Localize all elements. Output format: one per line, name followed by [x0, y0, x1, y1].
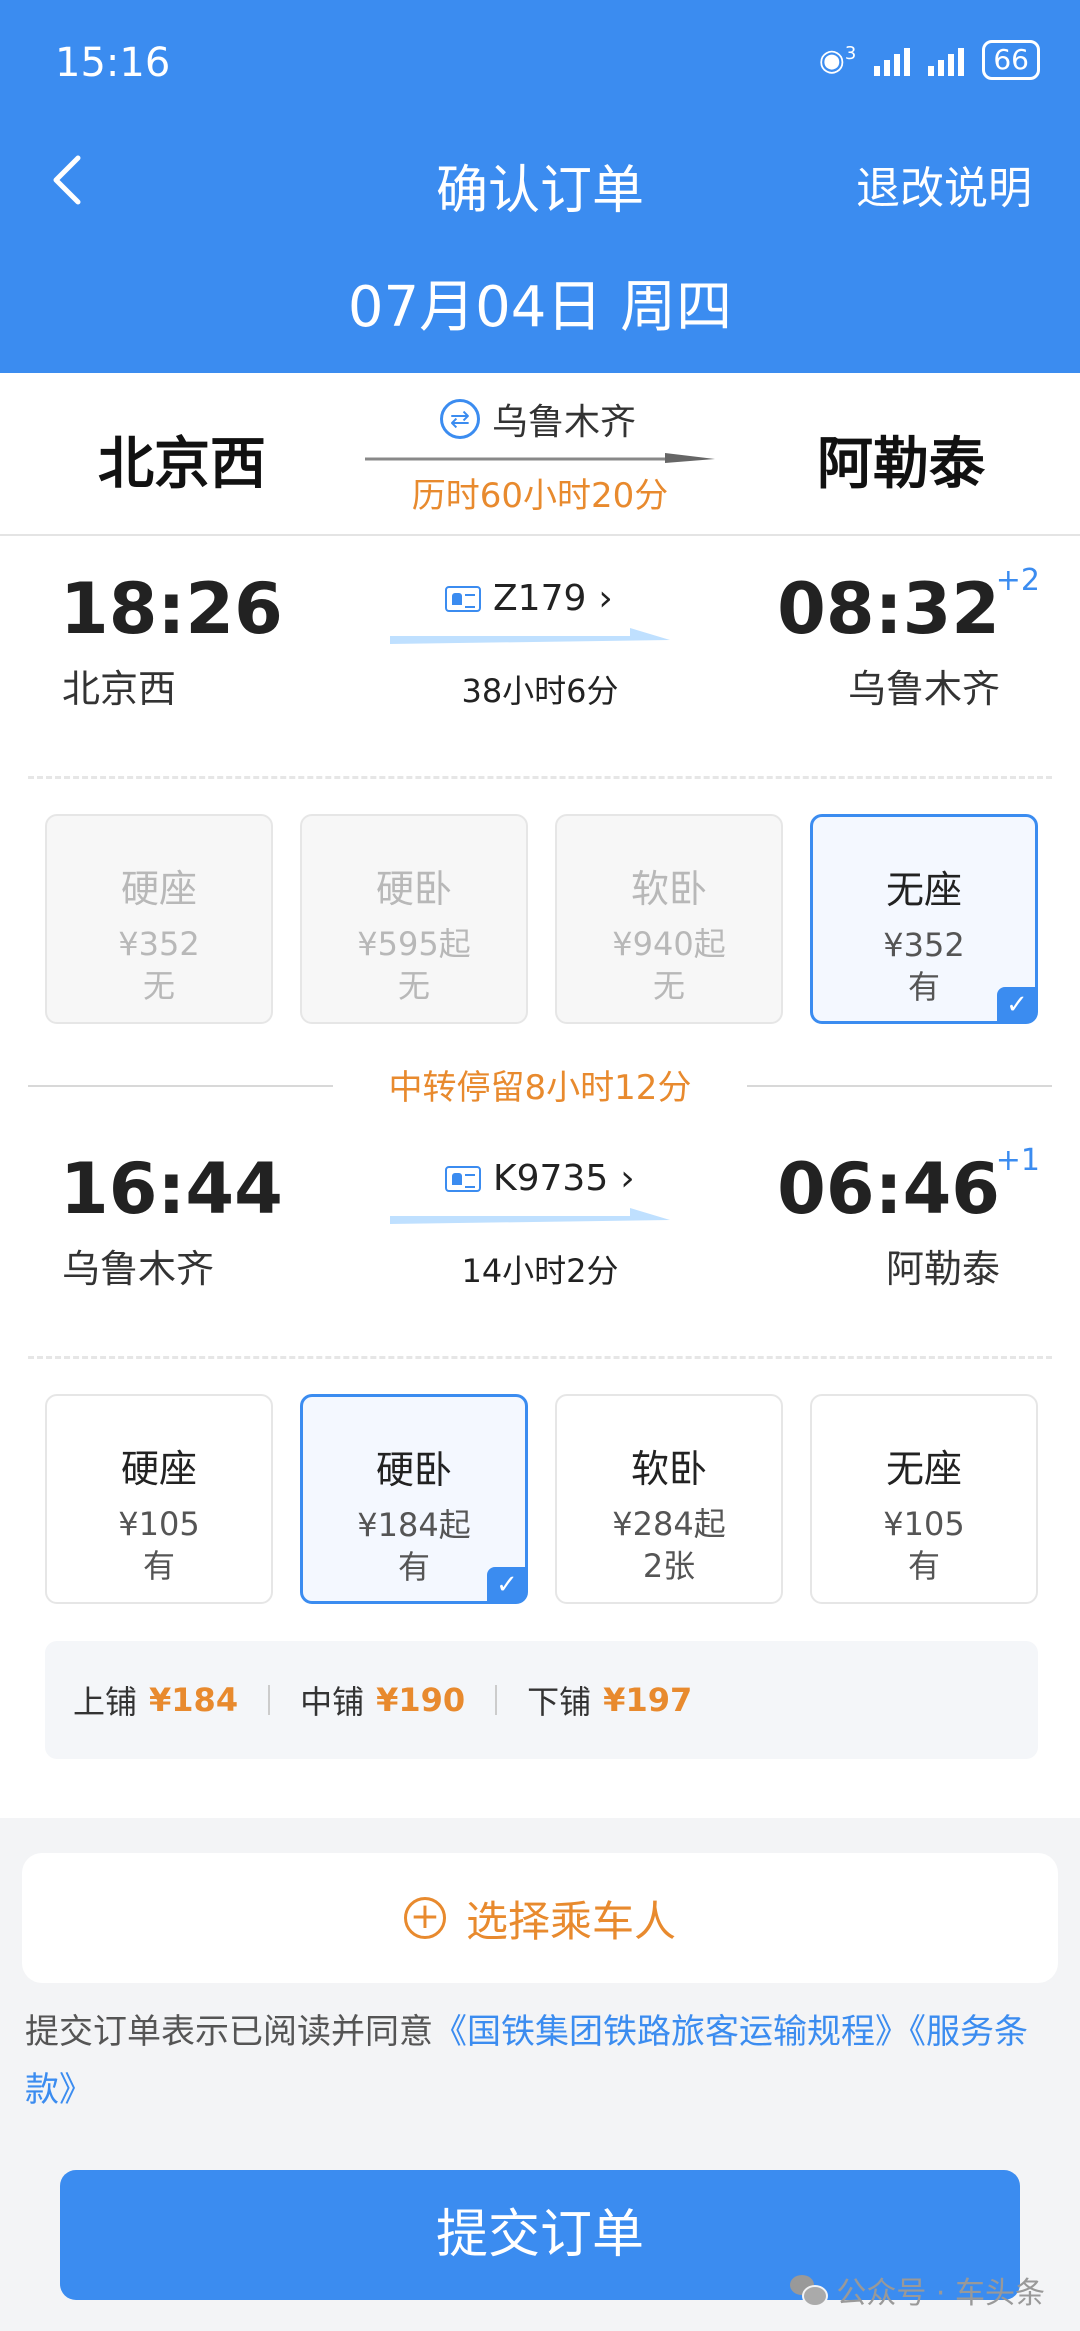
seat-option-soft-sleeper[interactable]: 软卧 ¥284起 2张	[555, 1394, 783, 1604]
refund-policy-link[interactable]: 退改说明	[856, 152, 1032, 216]
seat-option-hard-sleeper[interactable]: 硬卧 ¥184起 有 ✓	[300, 1394, 528, 1604]
seat-option-hard-seat[interactable]: 硬座 ¥352 无	[45, 814, 273, 1024]
hotspot-icon: ◉3	[818, 42, 857, 78]
transfer-divider: 中转停留8小时12分	[28, 1060, 1052, 1110]
train-number[interactable]: K9735 ›	[445, 1158, 635, 1199]
divider	[28, 1356, 1052, 1359]
berth-prices: 上铺 ¥184 中铺 ¥190 下铺 ¥197	[45, 1641, 1038, 1759]
departure-time: 16:44	[60, 1148, 283, 1230]
route-via: ⇄ 乌鲁木齐	[440, 393, 636, 445]
status-icons: ◉3 66	[819, 40, 1040, 80]
train-info-icon	[445, 585, 481, 612]
travel-date: 07月04日 周四	[347, 275, 733, 340]
seat-options-1: 硬座 ¥352 无 硬卧 ¥595起 无 软卧 ¥940起 无 无座 ¥352 …	[45, 814, 1038, 1024]
signal-icon-2	[928, 44, 965, 76]
watermark: 公众号 · 车头条	[790, 2268, 1045, 2312]
checkmark-icon: ✓	[487, 1567, 527, 1603]
header: 15:16 ◉3 66 确认订单 退改说明 07月04日 周四	[0, 0, 1080, 373]
train-arrow-icon	[390, 628, 670, 644]
seat-options-2: 硬座 ¥105 有 硬卧 ¥184起 有 ✓ 软卧 ¥284起 2张 无座 ¥1…	[45, 1394, 1038, 1604]
seat-option-hard-seat[interactable]: 硬座 ¥105 有	[45, 1394, 273, 1604]
chevron-right-icon: ›	[620, 1158, 635, 1199]
agreement-text: 提交订单表示已阅读并同意《国铁集团铁路旅客运输规程》《服务条款》	[25, 2012, 1028, 2110]
seat-option-standing[interactable]: 无座 ¥352 有 ✓	[810, 814, 1038, 1024]
berth-upper: 上铺 ¥184	[73, 1681, 239, 1721]
regulations-link[interactable]: 《国铁集团铁路旅客运输规程》	[433, 2012, 909, 2052]
train-number[interactable]: Z179 ›	[445, 578, 613, 619]
route-arrow-icon	[365, 453, 715, 463]
seat-option-standing[interactable]: 无座 ¥105 有	[810, 1394, 1038, 1604]
route-via-station: 乌鲁木齐	[492, 402, 637, 443]
divider	[28, 776, 1052, 779]
berth-lower: 下铺 ¥197	[527, 1681, 693, 1721]
train-number-label: K9735	[493, 1158, 609, 1199]
seat-option-soft-sleeper[interactable]: 软卧 ¥940起 无	[555, 814, 783, 1024]
select-passenger-button[interactable]: + 选择乘车人	[22, 1853, 1058, 1983]
departure-time: 18:26	[60, 568, 283, 650]
route-destination: 阿勒泰	[817, 432, 985, 497]
battery-icon: 66	[982, 40, 1040, 80]
berth-middle: 中铺 ¥190	[300, 1681, 466, 1721]
day-offset: +2	[995, 563, 1040, 598]
transfer-icon: ⇄	[440, 399, 480, 439]
signal-icon	[874, 44, 911, 76]
arrival-station: 乌鲁木齐	[847, 667, 1000, 711]
arrival-time: 06:46	[777, 1148, 1000, 1230]
status-time: 15:16	[55, 40, 171, 86]
arrival-time: 08:32	[777, 568, 1000, 650]
order-card: 北京西 ⇄ 乌鲁木齐 历时60小时20分 阿勒泰 18:26 北京西 Z179 …	[0, 373, 1080, 1818]
select-passenger-label: 选择乘车人	[465, 1896, 676, 1946]
day-offset: +1	[995, 1143, 1040, 1178]
wechat-icon	[790, 2275, 829, 2307]
arrival-station: 阿勒泰	[885, 1247, 1000, 1291]
chevron-right-icon: ›	[598, 578, 613, 619]
seat-option-hard-sleeper[interactable]: 硬卧 ¥595起 无	[300, 814, 528, 1024]
route-summary: 北京西 ⇄ 乌鲁木齐 历时60小时20分 阿勒泰	[0, 373, 1080, 536]
train-info-icon	[445, 1165, 481, 1192]
train-number-label: Z179	[493, 578, 587, 619]
plus-circle-icon: +	[403, 1897, 446, 1939]
checkmark-icon: ✓	[997, 987, 1037, 1023]
train-arrow-icon	[390, 1208, 670, 1224]
